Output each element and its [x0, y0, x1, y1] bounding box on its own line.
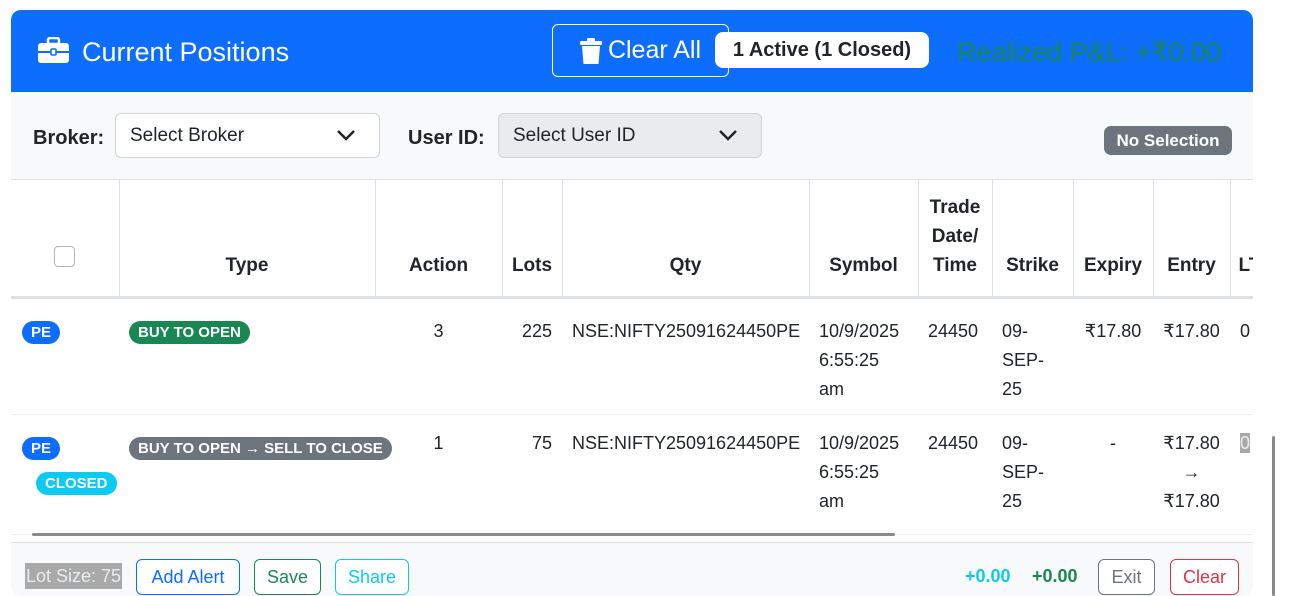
lots-cell: 75 [502, 414, 562, 535]
share-button[interactable]: Share [335, 559, 409, 595]
option-type-cell: PE [11, 297, 119, 415]
selection-badge: No Selection [1104, 126, 1232, 155]
symbol-line3: am [819, 378, 845, 399]
table-row[interactable]: PE BUY TO OPEN 3 225 NSE:NIFTY2509162445… [11, 297, 1253, 415]
chevron-down-icon [719, 130, 737, 141]
ltp-cell: 0 [1230, 297, 1253, 415]
unrealized-total: +0.00 [965, 566, 1011, 586]
header-strike[interactable]: Strike [992, 180, 1074, 299]
option-type-cell: PE CLOSED [11, 414, 119, 535]
trade-date-cell: 24450 [918, 414, 992, 535]
strike-cell: 09- SEP-25 [992, 414, 1073, 535]
strike-line2: SEP-25 [1002, 349, 1045, 399]
save-button[interactable]: Save [254, 559, 321, 595]
lots-cell: 225 [502, 297, 562, 415]
closed-status-badge: CLOSED [36, 471, 117, 495]
realized-pnl: Realized P&L: +₹0.00 [957, 37, 1222, 67]
header-ltp[interactable]: LTP [1230, 180, 1253, 299]
action-cell: 3 [375, 297, 502, 415]
symbol-cell: 10/9/2025 6:55:25 am [809, 414, 918, 535]
table-row[interactable]: PE CLOSED BUY TO OPEN → SELL TO CLOSE 1 … [11, 414, 1253, 535]
broker-label: Broker: [33, 127, 105, 149]
type-cell: BUY TO OPEN → SELL TO CLOSE [119, 414, 392, 535]
horizontal-scrollbar[interactable] [32, 533, 895, 536]
filter-bar: Broker: Select Broker User ID: Select Us… [11, 92, 1253, 180]
select-all-checkbox[interactable] [54, 245, 76, 267]
symbol-line1: 10/9/2025 [819, 432, 900, 453]
action-cell: 1 [375, 414, 502, 535]
entry-cell: ₹17.80 [1153, 297, 1230, 415]
lot-size-label: Lot Size: 75 [25, 563, 123, 589]
net-total: +0.00 [1032, 566, 1078, 586]
entry-arrow: → [1182, 461, 1201, 482]
positions-table: Type Action Lots Qty Symbol Trade Date/ … [11, 180, 1253, 535]
user-id-select[interactable]: Select User ID [498, 113, 762, 158]
strike-cell: 09- SEP-25 [992, 297, 1073, 415]
symbol-cell: 10/9/2025 6:55:25 am [809, 297, 918, 415]
entry-line3: ₹17.80 [1163, 490, 1220, 511]
user-id-select-value: Select User ID [513, 124, 636, 146]
symbol-line1: 10/9/2025 [819, 320, 900, 341]
header-expiry[interactable]: Expiry [1073, 180, 1154, 299]
clear-all-button[interactable]: Clear All [552, 24, 729, 77]
chevron-down-icon [337, 130, 355, 141]
ltp-cell: 0 [1230, 414, 1253, 535]
header-entry[interactable]: Entry [1153, 180, 1231, 299]
header-trade-date-line3: Time [932, 254, 977, 276]
entry-line1: ₹17.80 [1163, 432, 1220, 453]
qty-cell: NSE:NIFTY25091624450PE [562, 297, 809, 415]
trade-type-badge: BUY TO OPEN [129, 320, 250, 344]
strike-line2: SEP-25 [1002, 461, 1045, 511]
qty-cell: NSE:NIFTY25091624450PE [562, 414, 809, 535]
vertical-scrollbar[interactable] [1272, 436, 1275, 596]
positions-card: Current Positions Clear All 1 Active (1 … [11, 10, 1253, 596]
trade-date-cell: 24450 [918, 297, 992, 415]
strike-line1: 09- [1002, 320, 1029, 341]
clear-all-label: Clear All [607, 36, 702, 64]
header-qty[interactable]: Qty [562, 180, 810, 299]
positions-footer: Lot Size: 75 Add Alert Save Share +0.00 … [11, 542, 1253, 596]
symbol-line2: 6:55:25 [819, 461, 880, 482]
header-lots[interactable]: Lots [502, 180, 563, 299]
table-header-row: Type Action Lots Qty Symbol Trade Date/ … [11, 180, 1253, 299]
trade-type-badge: BUY TO OPEN → SELL TO CLOSE [129, 436, 392, 460]
header-type[interactable]: Type [119, 180, 376, 299]
briefcase-icon [38, 37, 69, 63]
broker-select-value: Select Broker [130, 124, 245, 146]
symbol-line2: 6:55:25 [819, 349, 880, 370]
add-alert-button[interactable]: Add Alert [136, 559, 240, 595]
expiry-cell: ₹17.80 [1073, 297, 1153, 415]
symbol-line3: am [819, 490, 845, 511]
clear-button[interactable]: Clear [1170, 559, 1239, 595]
broker-select[interactable]: Select Broker [115, 113, 380, 158]
header-trade-date[interactable]: Trade Date/ Time [918, 180, 993, 299]
header-action[interactable]: Action [375, 180, 503, 299]
trash-icon [579, 37, 602, 64]
expiry-cell: - [1073, 414, 1153, 535]
option-type-badge: PE [22, 436, 61, 460]
user-id-label: User ID: [408, 127, 485, 149]
type-cell: BUY TO OPEN [119, 297, 375, 415]
page-title: Current Positions [82, 37, 290, 67]
entry-cell: ₹17.80 → ₹17.80 [1153, 414, 1230, 535]
exit-button[interactable]: Exit [1098, 559, 1155, 595]
header-trade-date-line1: Trade [929, 196, 981, 218]
positions-header: Current Positions Clear All 1 Active (1 … [11, 10, 1253, 92]
header-trade-date-line2: Date/ [931, 225, 979, 247]
option-type-badge: PE [22, 320, 61, 344]
positions-table-wrapper[interactable]: Type Action Lots Qty Symbol Trade Date/ … [11, 180, 1253, 542]
ltp-value: 0 [1240, 432, 1251, 453]
strike-line1: 09- [1002, 432, 1029, 453]
entry-line1: ₹17.80 [1163, 320, 1220, 341]
status-badge: 1 Active (1 Closed) [715, 32, 929, 68]
select-all-cell [11, 180, 120, 299]
header-symbol[interactable]: Symbol [809, 180, 919, 299]
